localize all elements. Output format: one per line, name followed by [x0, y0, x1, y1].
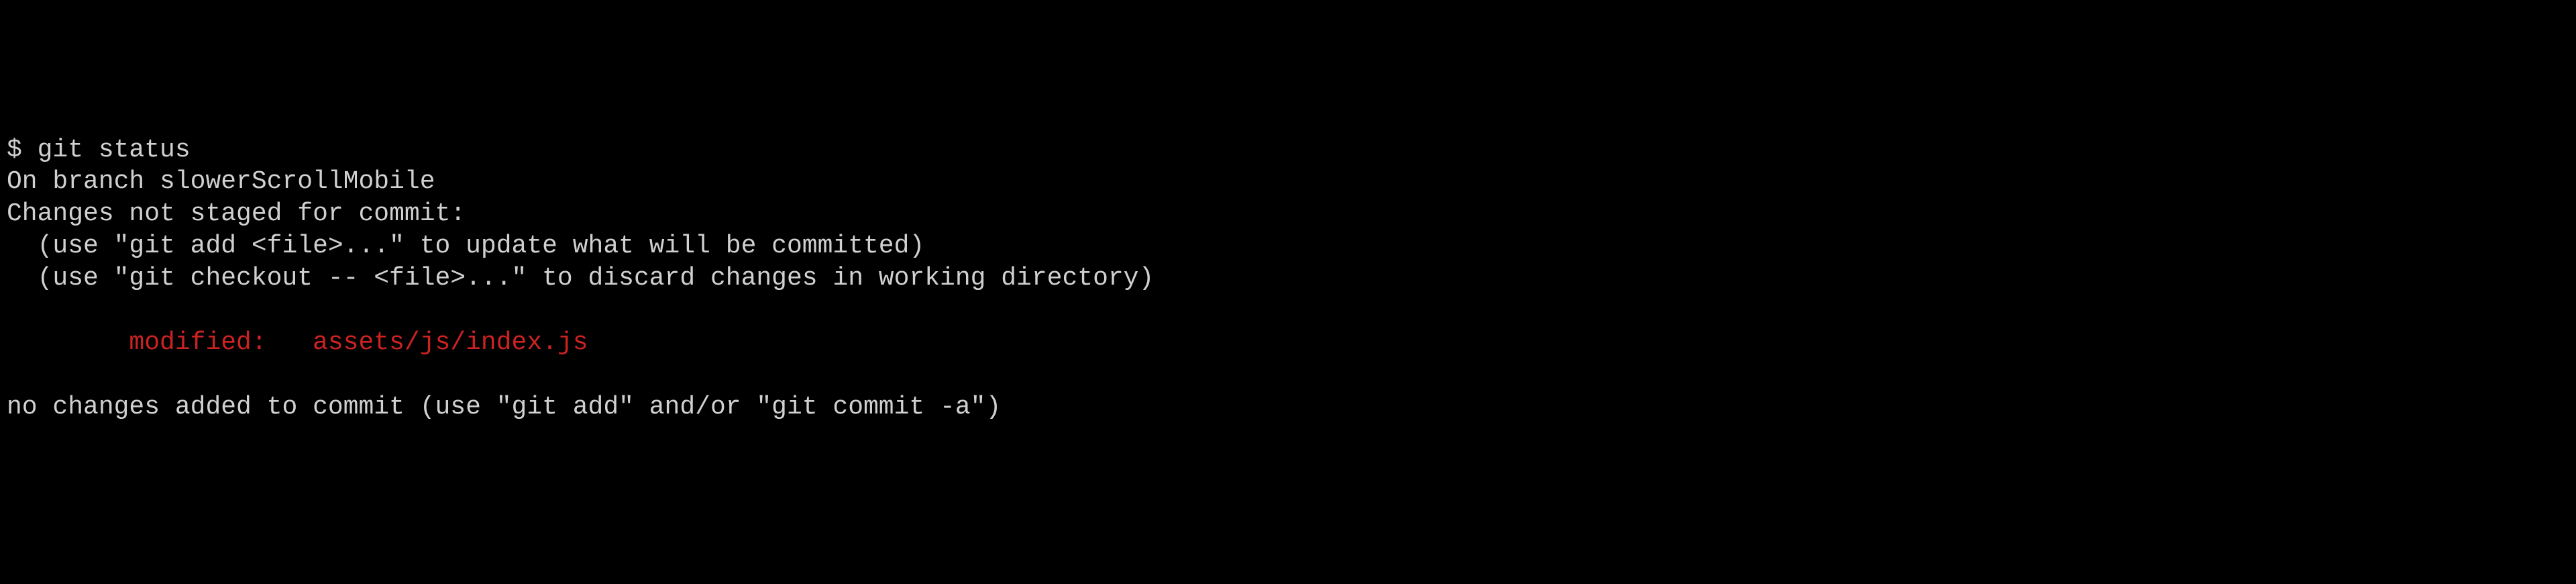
terminal-output[interactable]: $ git status On branch slowerScrollMobil…	[7, 134, 2569, 424]
prompt-symbol: $	[7, 136, 38, 164]
git-status-command: git status	[38, 136, 191, 164]
hint-git-checkout: (use "git checkout -- <file>..." to disc…	[7, 264, 1154, 293]
no-changes-line: no changes added to commit (use "git add…	[7, 393, 1001, 422]
modified-file-entry: modified: assets/js/index.js	[7, 328, 588, 357]
not-staged-header: Changes not staged for commit:	[7, 199, 466, 228]
branch-info: On branch slowerScrollMobile	[7, 167, 435, 196]
command-line: $ git status	[7, 136, 191, 164]
hint-git-add: (use "git add <file>..." to update what …	[7, 232, 924, 260]
